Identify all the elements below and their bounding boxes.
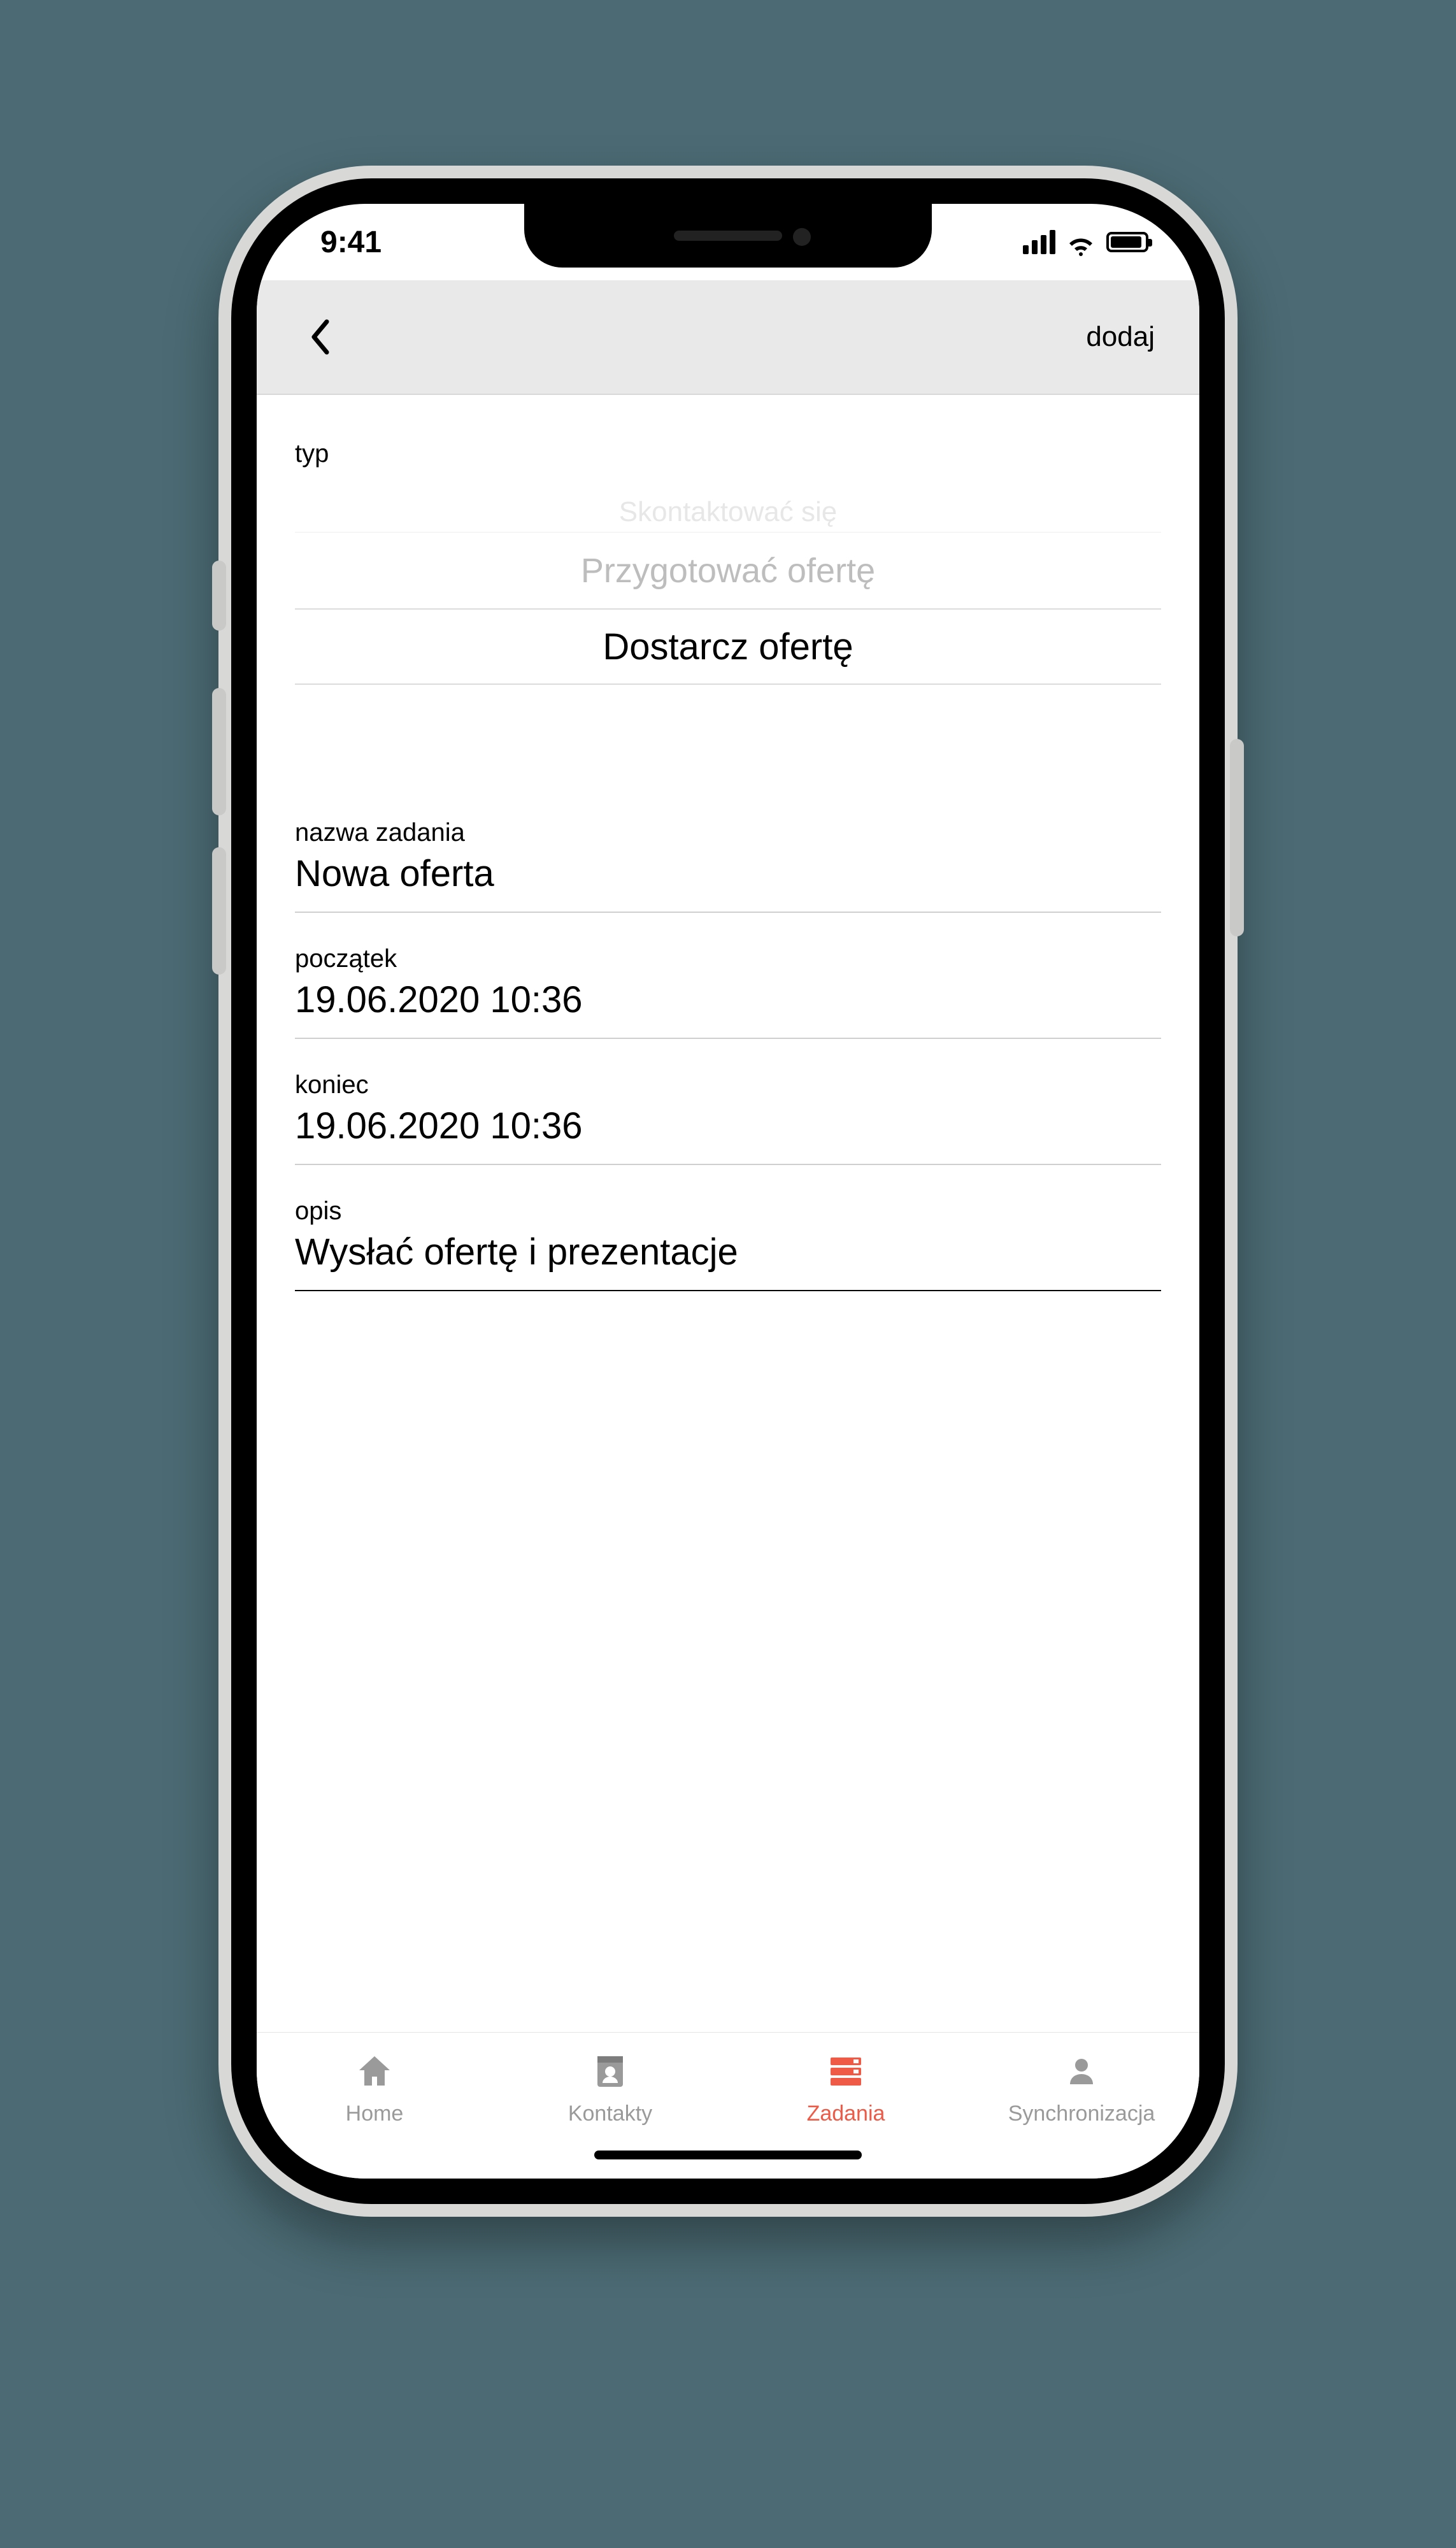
start-field[interactable]: początek 19.06.2020 10:36 bbox=[295, 945, 1161, 1039]
picker-option-selected[interactable]: Dostarcz ofertę bbox=[295, 608, 1161, 685]
tab-sync[interactable]: Synchronizacja bbox=[964, 2049, 1199, 2126]
task-name-value: Nowa oferta bbox=[295, 852, 1161, 895]
picker-option-faded[interactable]: Skontaktować się bbox=[295, 487, 1161, 532]
sync-icon bbox=[1059, 2049, 1104, 2094]
tasks-icon bbox=[824, 2049, 868, 2094]
description-value: Wysłać ofertę i prezentacje bbox=[295, 1231, 1161, 1273]
nav-header: dodaj bbox=[257, 280, 1199, 395]
status-time: 9:41 bbox=[320, 225, 524, 260]
form-content: typ Skontaktować się Przygotować ofertę … bbox=[257, 395, 1199, 2032]
battery-icon bbox=[1106, 232, 1148, 252]
start-value: 19.06.2020 10:36 bbox=[295, 978, 1161, 1021]
description-label: opis bbox=[295, 1197, 1161, 1226]
screen: 9:41 dodaj bbox=[257, 204, 1199, 2179]
contacts-icon bbox=[588, 2049, 632, 2094]
type-label: typ bbox=[295, 440, 1161, 468]
chevron-left-icon bbox=[308, 318, 333, 356]
home-indicator[interactable] bbox=[594, 2151, 862, 2159]
add-button[interactable]: dodaj bbox=[1080, 308, 1161, 366]
start-label: początek bbox=[295, 945, 1161, 973]
volume-down-button bbox=[212, 847, 226, 975]
tab-sync-label: Synchronizacja bbox=[1008, 2101, 1155, 2126]
description-field[interactable]: opis Wysłać ofertę i prezentacje bbox=[295, 1197, 1161, 1291]
picker-option-above[interactable]: Przygotować ofertę bbox=[295, 532, 1161, 608]
power-button bbox=[1230, 739, 1244, 936]
wifi-icon bbox=[1067, 231, 1095, 253]
task-name-field[interactable]: nazwa zadania Nowa oferta bbox=[295, 819, 1161, 913]
type-picker[interactable]: Skontaktować się Przygotować ofertę Dost… bbox=[295, 487, 1161, 761]
back-button[interactable] bbox=[295, 311, 346, 362]
tab-tasks-label: Zadania bbox=[807, 2101, 885, 2126]
speaker-icon bbox=[674, 231, 782, 241]
end-value: 19.06.2020 10:36 bbox=[295, 1105, 1161, 1147]
end-label: koniec bbox=[295, 1071, 1161, 1099]
end-field[interactable]: koniec 19.06.2020 10:36 bbox=[295, 1071, 1161, 1165]
tab-tasks[interactable]: Zadania bbox=[728, 2049, 964, 2126]
tab-contacts[interactable]: Kontakty bbox=[492, 2049, 728, 2126]
mute-switch bbox=[212, 561, 226, 631]
cellular-signal-icon bbox=[1023, 230, 1055, 254]
camera-icon bbox=[793, 228, 811, 246]
home-icon bbox=[352, 2049, 397, 2094]
picker-option-empty bbox=[295, 685, 1161, 761]
volume-up-button bbox=[212, 688, 226, 815]
tab-home-label: Home bbox=[346, 2101, 404, 2126]
phone-frame: 9:41 dodaj bbox=[218, 166, 1238, 2217]
tab-home[interactable]: Home bbox=[257, 2049, 492, 2126]
notch bbox=[524, 204, 932, 268]
tab-contacts-label: Kontakty bbox=[568, 2101, 652, 2126]
task-name-label: nazwa zadania bbox=[295, 819, 1161, 847]
